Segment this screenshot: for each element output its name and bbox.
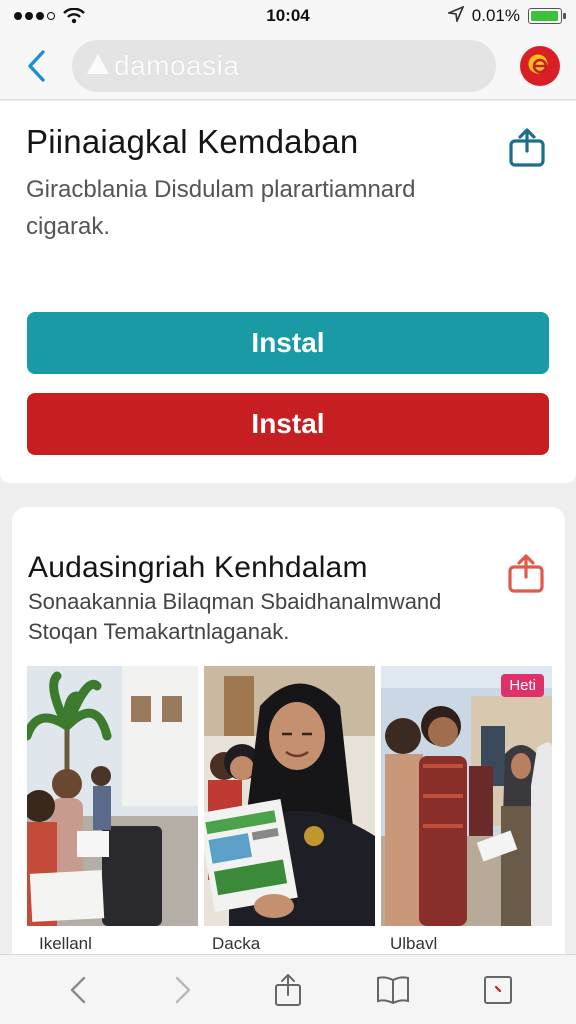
chevron-left-icon: [28, 49, 45, 82]
gallery-caption-1: Ikellanl: [39, 934, 92, 953]
photo-badge: Heti: [501, 674, 544, 697]
share-button[interactable]: [506, 125, 550, 169]
gallery-photo-3[interactable]: Heti: [381, 666, 552, 926]
browser-nav-bar: damoasia: [0, 32, 576, 100]
app-description-line-1: Giracblania Disdulam plarartiamnard: [26, 176, 416, 203]
install-button-primary[interactable]: Instal: [27, 312, 549, 374]
gallery-caption-2: Dacka: [212, 934, 261, 953]
gallery-photo-1[interactable]: [27, 666, 198, 926]
app-description-line-2: cigarak.: [26, 213, 111, 240]
address-bar[interactable]: damoasia: [72, 39, 496, 92]
toolbar-share-button[interactable]: [266, 968, 310, 1012]
share-icon: [508, 554, 544, 593]
signal-strength-icon: [14, 12, 55, 20]
book-icon: [376, 975, 409, 1004]
toolbar-back-button[interactable]: [56, 968, 100, 1012]
status-bar: 10:04 0.01%: [0, 0, 576, 32]
app-install-card: Piinaiagkal Kemdaban Giracblania Disdula…: [0, 101, 576, 483]
toolbar-bookmarks-button[interactable]: [371, 968, 415, 1012]
battery-icon: [528, 8, 566, 24]
address-text: damoasia: [114, 49, 240, 81]
toolbar-tabs-button[interactable]: [476, 968, 520, 1012]
location-arrow-icon: [445, 4, 465, 27]
browser-toolbar: [0, 954, 576, 1024]
section-title: Audasingriah Kenhdalam: [28, 551, 368, 584]
chevron-left-icon: [71, 976, 86, 1003]
photo-gallery: Heti: [27, 666, 552, 926]
section-share-button[interactable]: [505, 551, 549, 595]
gallery-photo-2[interactable]: [204, 666, 375, 926]
gallery-caption-3: Ulbavl: [390, 934, 438, 953]
share-icon: [509, 128, 545, 167]
site-logo-button[interactable]: [520, 45, 560, 86]
section-description-line-1: Sonaakannia Bilaqman Sbaidhanalmwand: [28, 589, 442, 614]
wifi-icon: [63, 8, 85, 24]
battery-percent: 0.01%: [471, 6, 520, 25]
chevron-right-icon: [175, 976, 191, 1003]
back-button[interactable]: [16, 46, 56, 86]
triangle-icon: [86, 50, 110, 82]
toolbar-forward-button[interactable]: [161, 968, 205, 1012]
section-description-line-2: Stoqan Temakartnlaganak.: [28, 619, 290, 644]
app-title: Piinaiagkal Kemdaban: [26, 123, 359, 160]
news-card: Audasingriah Kenhdalam Sonaakannia Bilaq…: [12, 507, 565, 967]
tabs-icon: [483, 975, 512, 1004]
install-button-secondary[interactable]: Instal: [27, 393, 549, 455]
share-icon: [274, 973, 301, 1006]
